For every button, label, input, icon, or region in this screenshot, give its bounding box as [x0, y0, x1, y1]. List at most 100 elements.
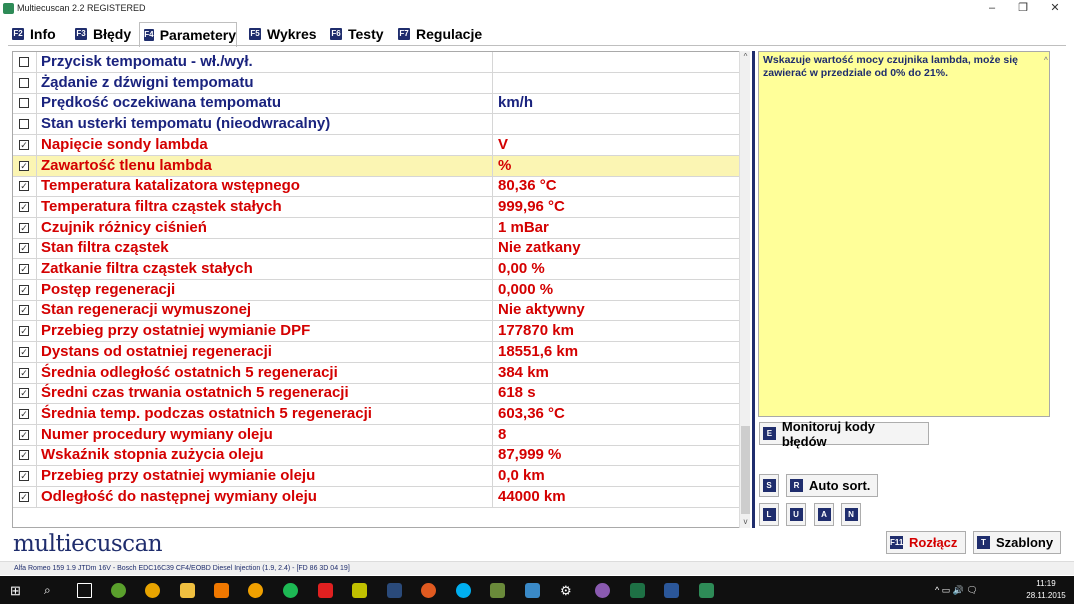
monitor-error-codes-button[interactable]: E Monitoruj kody błędów [759, 419, 929, 449]
tab-info[interactable]: F2 Info [8, 22, 64, 46]
table-row[interactable]: ✓ Zatkanie filtra cząstek stałych 0,00 % [13, 259, 740, 280]
row-checkbox[interactable]: ✓ [19, 429, 29, 440]
row-checkbox[interactable] [19, 57, 29, 67]
row-checkbox[interactable]: ✓ [19, 243, 29, 254]
tab-bledy[interactable]: F3 Błędy [71, 22, 137, 46]
table-row[interactable]: ✓ Temperatura katalizatora wstępnego 80,36… [13, 176, 740, 198]
table-row[interactable]: ✓ Stan regeneracji wymuszonej Nie aktywny [13, 300, 740, 322]
multiecuscan-taskbar-icon[interactable] [699, 583, 714, 598]
row-checkbox[interactable]: ✓ [19, 471, 29, 481]
table-row[interactable]: ✓ Czujnik różnicy ciśnień 1 mBar [13, 217, 740, 239]
f3-key-icon: F3 [75, 28, 87, 40]
disconnect-button[interactable]: F11 Rozłącz [886, 531, 966, 554]
row-checkbox[interactable] [19, 119, 29, 130]
tab-regulacje[interactable]: F7 Regulacje [394, 22, 486, 46]
parameter-value: 603,36 °C [498, 404, 565, 422]
panel-splitter[interactable] [752, 51, 755, 528]
table-row[interactable]: ✓ Temperatura filtra cząstek stałych 999,9… [13, 196, 740, 218]
steam-icon[interactable] [387, 583, 402, 598]
tab-parametery[interactable]: F4 Parametery [139, 22, 237, 47]
table-row[interactable]: ✓ Średnia temp. podczas ostatnich 5 regen… [13, 403, 740, 425]
parameter-value: 0,000 % [498, 280, 554, 298]
row-checkbox[interactable] [19, 77, 29, 88]
app-bolt-icon[interactable] [318, 583, 333, 598]
chrome-icon[interactable] [145, 583, 160, 598]
scroll-thumb[interactable] [741, 426, 750, 514]
clock-time[interactable]: 11:19 [1026, 579, 1066, 588]
table-row[interactable]: Żądanie z dźwigni tempomatu [13, 72, 740, 94]
search-icon[interactable]: ⌕ [44, 583, 59, 598]
close-button[interactable]: ✕ [1040, 0, 1070, 18]
scroll-down-icon[interactable]: v [740, 516, 751, 527]
templates-button[interactable]: T Szablony [973, 531, 1061, 554]
file-explorer-icon[interactable] [180, 583, 195, 598]
vlc-icon[interactable] [214, 583, 229, 598]
row-checkbox[interactable]: ✓ [19, 305, 29, 316]
table-row[interactable]: Stan usterki tempomatu (nieodwracalny) [13, 114, 740, 136]
info-scroll-up-icon[interactable]: ^ [1044, 54, 1048, 67]
app-blue-icon[interactable] [525, 583, 540, 598]
table-row[interactable]: ✓ Postęp regeneracji 0,000 % [13, 279, 740, 301]
app-icon [3, 3, 14, 14]
a-button[interactable]: A [814, 503, 834, 526]
parameter-value: 1 mBar [498, 218, 549, 236]
table-row[interactable]: Prędkość oczekiwana tempomatu km/h [13, 93, 740, 115]
table-row[interactable]: ✓ Przebieg przy ostatniej wymianie DPF 177… [13, 321, 740, 343]
avast-icon[interactable] [248, 583, 263, 598]
minimize-button[interactable]: – [977, 0, 1007, 18]
table-row[interactable]: ✓ Stan filtra cząstek Nie zatkany [13, 238, 740, 260]
row-checkbox[interactable]: ✓ [19, 346, 29, 357]
origin-icon[interactable] [421, 583, 436, 598]
u-button[interactable]: U [786, 503, 806, 526]
task-view-icon[interactable] [77, 583, 92, 598]
row-checkbox[interactable]: ✓ [19, 367, 29, 378]
row-checkbox[interactable] [19, 98, 29, 109]
table-row[interactable]: ✓ Numer procedury wymiany oleju 8 [13, 424, 740, 446]
maximize-button[interactable]: ❐ [1008, 0, 1038, 18]
row-checkbox[interactable]: ✓ [19, 264, 29, 274]
table-scrollbar[interactable]: ^ v [739, 51, 750, 528]
parameter-name: Średni czas trwania ostatnich 5 regenera… [36, 383, 493, 404]
table-row[interactable]: ✓ Odległość do następnej wymiany oleju 440… [13, 486, 740, 508]
l-button[interactable]: L [759, 503, 779, 526]
system-tray-icons[interactable]: ^ ▭ 🔊 🗨 [935, 585, 978, 596]
tab-testy[interactable]: F6 Testy [326, 22, 388, 46]
table-row[interactable]: ✓ Średni czas trwania ostatnich 5 regener… [13, 383, 740, 405]
scroll-up-icon[interactable]: ^ [740, 51, 751, 62]
skype-icon[interactable] [456, 583, 471, 598]
row-checkbox[interactable]: ✓ [19, 139, 29, 150]
f2-key-icon: F2 [12, 28, 24, 40]
excel-icon[interactable] [630, 583, 645, 598]
word-icon[interactable] [664, 583, 679, 598]
table-row[interactable]: ✓ Napięcie sondy lambda V [13, 134, 740, 156]
app-99-icon[interactable] [352, 583, 367, 598]
row-checkbox[interactable]: ✓ [19, 284, 29, 295]
app-pen-icon[interactable] [490, 583, 505, 598]
tab-wykres[interactable]: F5 Wykres [245, 22, 321, 46]
row-checkbox[interactable]: ✓ [19, 491, 29, 502]
app-purple-icon[interactable] [595, 583, 610, 598]
n-button[interactable]: N [841, 503, 861, 526]
table-row[interactable]: ✓ Średnia odległość ostatnich 5 regenerac… [13, 362, 740, 384]
settings-gear-icon[interactable]: ⚙ [560, 583, 575, 598]
table-row[interactable]: ✓ Przebieg przy ostatniej wymianie oleju 0… [13, 466, 740, 487]
s-button[interactable]: S [759, 474, 779, 497]
row-checkbox[interactable]: ✓ [19, 388, 29, 399]
row-checkbox[interactable]: ✓ [19, 326, 29, 337]
start-icon[interactable]: ⊞ [10, 583, 25, 598]
row-checkbox[interactable]: ✓ [19, 450, 29, 461]
table-row[interactable]: ✓ Zawartość tlenu lambda% [13, 155, 740, 177]
row-checkbox[interactable]: ✓ [19, 222, 29, 233]
auto-sort-button[interactable]: R Auto sort. [786, 474, 878, 497]
clock-date[interactable]: 28.11.2015 [1022, 591, 1070, 600]
table-row[interactable]: ✓ Dystans od ostatniej regeneracji 18551,6… [13, 341, 740, 363]
table-row[interactable]: ✓ Wskaźnik stopnia zużycia oleju 87,999 % [13, 445, 740, 467]
utorrent-icon[interactable] [111, 583, 126, 598]
row-checkbox[interactable]: ✓ [19, 160, 29, 171]
parameter-description-panel: Wskazuje wartość mocy czujnika lambda, m… [758, 51, 1050, 417]
row-checkbox[interactable]: ✓ [19, 408, 29, 419]
row-checkbox[interactable]: ✓ [19, 201, 29, 212]
row-checkbox[interactable]: ✓ [19, 181, 29, 192]
spotify-icon[interactable] [283, 583, 298, 598]
table-row[interactable]: Przycisk tempomatu - wł./wył. [13, 52, 740, 73]
